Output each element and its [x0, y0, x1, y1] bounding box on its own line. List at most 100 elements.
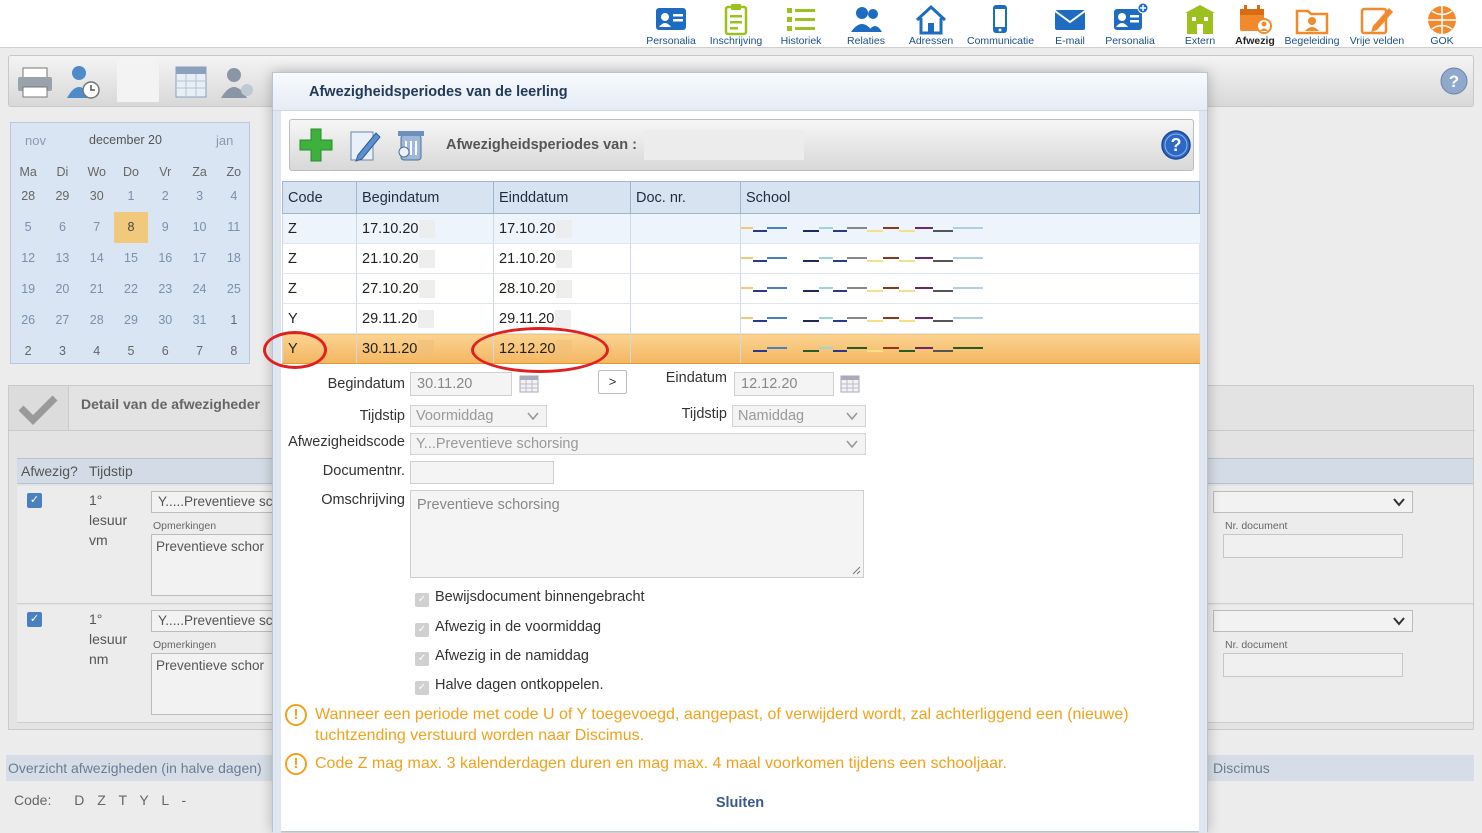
calendar-day[interactable]: 12 [11, 243, 45, 274]
copy-date-button[interactable]: > [598, 370, 627, 394]
edit-icon[interactable] [346, 127, 382, 166]
absent-checkbox[interactable]: ✓ [27, 612, 42, 627]
calendar-day[interactable]: 19 [11, 274, 45, 305]
documentnr-input[interactable] [410, 461, 554, 484]
calendar-day[interactable]: 14 [80, 243, 114, 274]
student-clock-icon[interactable] [63, 62, 103, 102]
checkbox[interactable]: ✓ [415, 652, 429, 666]
calendar-day[interactable]: 7 [182, 336, 216, 367]
einddatum-input[interactable]: 12.12.20 [734, 372, 834, 396]
calendar-day[interactable]: 20 [45, 274, 79, 305]
docnr-field[interactable] [1223, 653, 1403, 677]
afwezigheidscode-select[interactable]: Y...Preventieve schorsing [410, 433, 866, 455]
calendar-prev-month[interactable]: nov [25, 133, 46, 148]
help-icon[interactable]: ? [1439, 66, 1469, 99]
nav-inschrijving[interactable]: Inschrijving [703, 2, 769, 46]
absence-code-select[interactable]: Y.....Preventieve sch [151, 491, 281, 513]
calendar-day[interactable]: 17 [182, 243, 216, 274]
calendar-day[interactable]: 30 [148, 305, 182, 336]
code-select-right[interactable] [1213, 610, 1413, 632]
person-icon[interactable] [217, 62, 257, 102]
remarks-field[interactable]: Preventieve schor [151, 653, 281, 715]
delete-icon[interactable] [392, 126, 430, 167]
calendar-day[interactable]: 29 [45, 181, 79, 212]
table-row[interactable]: Z 21.10.20 21.10.20 [282, 243, 1200, 274]
calendar-day[interactable]: 2 [148, 181, 182, 212]
calendar-day[interactable]: 26 [11, 305, 45, 336]
calendar-day[interactable]: 18 [217, 243, 251, 274]
tijdstip-right-select[interactable]: Namiddag [732, 405, 866, 427]
calendar-day[interactable]: 29 [114, 305, 148, 336]
calendar-day[interactable]: 23 [148, 274, 182, 305]
table-row[interactable]: Y 29.11.20 29.11.20 [282, 303, 1200, 334]
calendar-day[interactable]: 13 [45, 243, 79, 274]
nav-adressen[interactable]: Adressen [898, 2, 964, 46]
absence-code-select[interactable]: Y.....Preventieve sch [151, 610, 281, 632]
calendar-day[interactable]: 30 [80, 181, 114, 212]
calendar-picker-icon[interactable] [840, 375, 860, 393]
absent-checkbox[interactable]: ✓ [27, 493, 42, 508]
nav-personalia[interactable]: Personalia [1097, 2, 1163, 46]
col-begindatum[interactable]: Begindatum [356, 181, 494, 214]
calendar-day[interactable]: 6 [148, 336, 182, 367]
help-icon[interactable]: ? [1160, 129, 1192, 164]
calendar-icon[interactable] [171, 62, 211, 102]
nav-vrije-velden[interactable]: Vrije velden [1344, 2, 1410, 46]
col-einddatum[interactable]: Einddatum [493, 181, 631, 214]
add-icon[interactable] [298, 127, 334, 166]
nav-begeleiding[interactable]: Begeleiding [1279, 2, 1345, 46]
docnr-field[interactable] [1223, 534, 1403, 558]
nav-gok[interactable]: GOK [1409, 2, 1475, 46]
table-row[interactable]: Y 30.11.20 12.12.20 [282, 333, 1200, 364]
tijdstip-left-select[interactable]: Voormiddag [410, 405, 547, 427]
calendar-day[interactable]: 15 [114, 243, 148, 274]
nav-communicatie[interactable]: Communicatie [967, 2, 1034, 46]
begindatum-input[interactable]: 30.11.20 [410, 372, 512, 396]
calendar-day[interactable]: 8 [113, 212, 149, 243]
calendar-day[interactable]: 27 [45, 305, 79, 336]
calendar-day[interactable]: 3 [182, 181, 216, 212]
calendar-day[interactable]: 3 [45, 336, 79, 367]
calendar-day[interactable]: 22 [114, 274, 148, 305]
calendar-next-month[interactable]: jan [216, 133, 233, 148]
col-doc-nr[interactable]: Doc. nr. [630, 181, 741, 214]
calendar-day[interactable]: 5 [114, 336, 148, 367]
calendar-day[interactable]: 2 [11, 336, 45, 367]
calendar-day[interactable]: 1 [114, 181, 148, 212]
nav-historiek[interactable]: Historiek [768, 2, 834, 46]
printer-icon[interactable] [15, 62, 55, 102]
check-afwezig-namiddag[interactable]: ✓ Afwezig in de namiddag [415, 648, 589, 668]
omschrijving-textarea[interactable]: Preventieve schorsing [410, 490, 864, 578]
nav-relaties[interactable]: Relaties [833, 2, 899, 46]
col-school[interactable]: School [740, 181, 1200, 214]
checkbox[interactable]: ✓ [415, 681, 429, 695]
calendar-day[interactable]: 24 [182, 274, 216, 305]
calendar-day[interactable]: 10 [182, 212, 216, 243]
nav-personalia[interactable]: Personalia [638, 2, 704, 46]
check-afwezig-voormiddag[interactable]: ✓ Afwezig in de voormiddag [415, 619, 601, 639]
calendar-day[interactable]: 1 [217, 305, 251, 336]
calendar-day[interactable]: 4 [80, 336, 114, 367]
calendar-day[interactable]: 7 [80, 212, 114, 243]
calendar-day[interactable]: 11 [217, 212, 251, 243]
calendar-day[interactable]: 21 [80, 274, 114, 305]
calendar-day[interactable]: 31 [182, 305, 216, 336]
calendar-day[interactable]: 8 [217, 336, 251, 367]
calendar-day[interactable]: 6 [45, 212, 79, 243]
code-select-right[interactable] [1213, 491, 1413, 513]
calendar-day[interactable]: 4 [217, 181, 251, 212]
remarks-field[interactable]: Preventieve schor [151, 534, 281, 596]
calendar-day[interactable]: 16 [148, 243, 182, 274]
calendar-day[interactable]: 5 [11, 212, 45, 243]
check-bewijsdocument[interactable]: ✓ Bewijsdocument binnengebracht [415, 589, 645, 609]
resize-handle-icon[interactable] [851, 565, 861, 575]
checkbox[interactable]: ✓ [415, 623, 429, 637]
calendar-day[interactable]: 28 [80, 305, 114, 336]
check-halve-dagen[interactable]: ✓ Halve dagen ontkoppelen. [415, 677, 604, 697]
calendar-day[interactable]: 25 [217, 274, 251, 305]
checkbox[interactable]: ✓ [415, 593, 429, 607]
table-row[interactable]: Z 27.10.20 28.10.20 [282, 273, 1200, 304]
calendar-picker-icon[interactable] [519, 375, 539, 393]
col-code[interactable]: Code [282, 181, 357, 214]
calendar-day[interactable]: 9 [148, 212, 182, 243]
